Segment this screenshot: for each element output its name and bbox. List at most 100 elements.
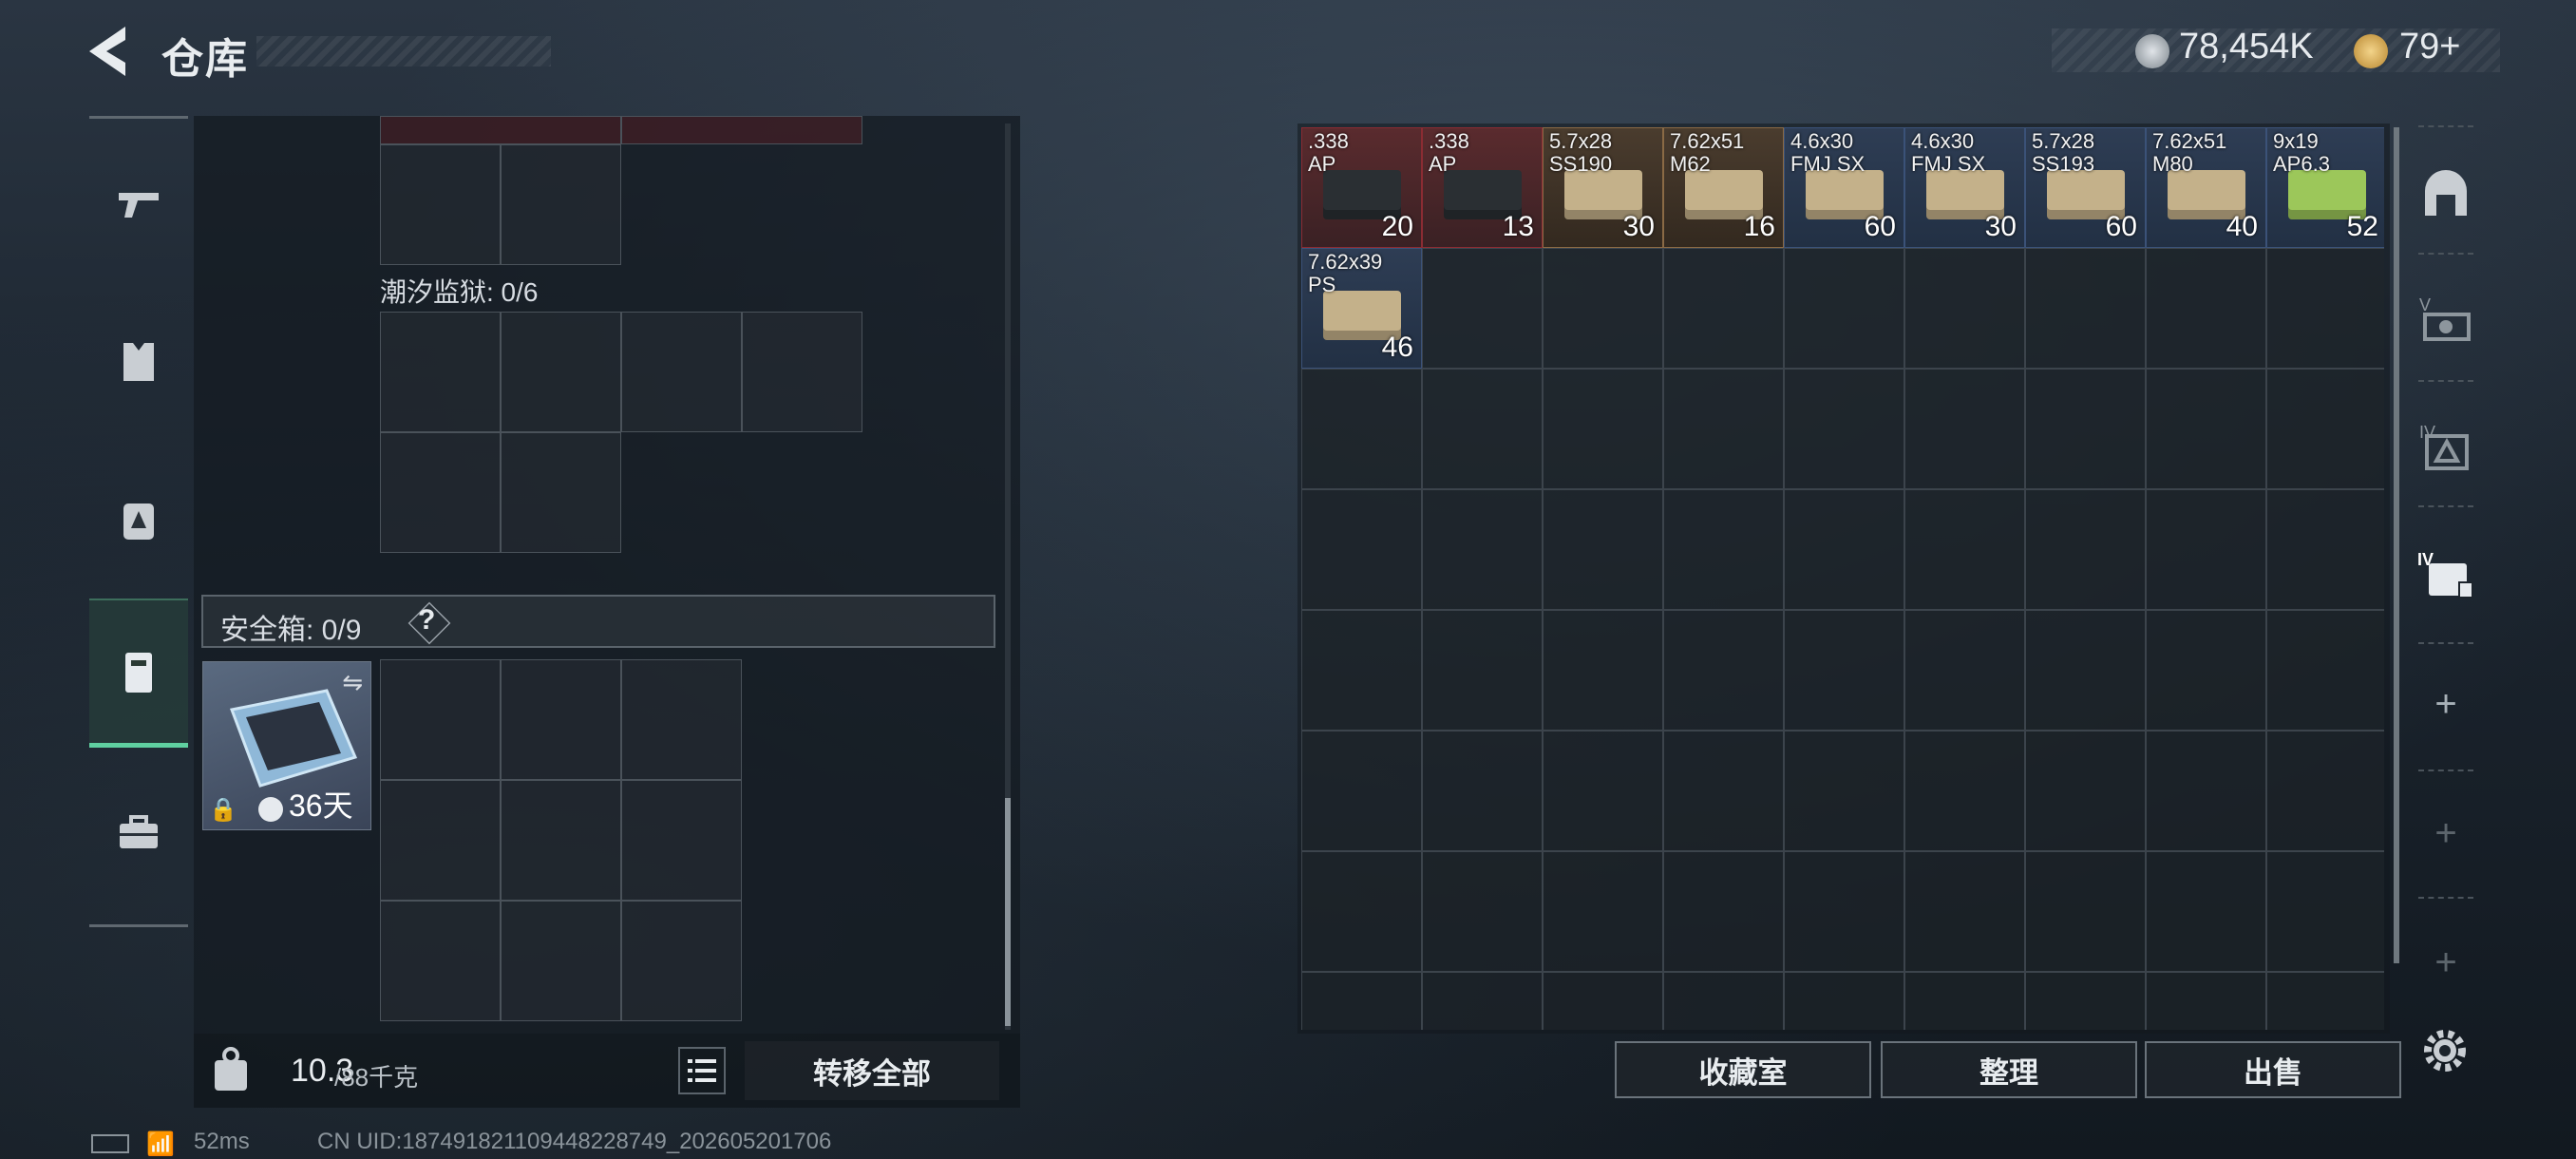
grid-cell[interactable] bbox=[2146, 489, 2266, 610]
grid-cell[interactable] bbox=[501, 901, 621, 1021]
grid-cell[interactable] bbox=[1784, 851, 1904, 972]
grid-cell[interactable] bbox=[1422, 851, 1543, 972]
add-tab-button[interactable]: + bbox=[2405, 642, 2487, 766]
grid-cell[interactable] bbox=[621, 312, 742, 432]
grid-cell[interactable] bbox=[2146, 972, 2266, 1030]
grid-cell[interactable] bbox=[2146, 248, 2266, 369]
grid-cell[interactable] bbox=[501, 432, 621, 553]
grid-cell[interactable] bbox=[2146, 731, 2266, 851]
grid-cell[interactable] bbox=[2146, 369, 2266, 489]
grid-cell[interactable] bbox=[1784, 369, 1904, 489]
grid-cell[interactable] bbox=[1904, 972, 2025, 1030]
grid-cell[interactable] bbox=[2146, 851, 2266, 972]
grid-cell[interactable] bbox=[1663, 972, 1784, 1030]
grid-cell[interactable] bbox=[1904, 731, 2025, 851]
grid-cell[interactable] bbox=[380, 659, 501, 780]
list-view-button[interactable] bbox=[678, 1047, 726, 1094]
grid-cell[interactable] bbox=[2146, 610, 2266, 731]
grid-cell[interactable] bbox=[1663, 851, 1784, 972]
grid-cell[interactable] bbox=[1663, 369, 1784, 489]
grid-cell[interactable] bbox=[2025, 248, 2146, 369]
grid-cell[interactable] bbox=[2266, 489, 2384, 610]
ammo-item[interactable]: 9x19 AP6.3 52 bbox=[2266, 127, 2384, 248]
sell-button[interactable]: 出售 bbox=[2145, 1041, 2401, 1098]
grid-cell[interactable] bbox=[380, 901, 501, 1021]
ammo-item[interactable]: 4.6x30 FMJ SX 60 bbox=[1784, 127, 1904, 248]
ammo-item[interactable]: 7.62x51 M62 16 bbox=[1663, 127, 1784, 248]
ammo-item[interactable]: .338 AP 13 bbox=[1422, 127, 1543, 248]
grid-cell[interactable] bbox=[621, 901, 742, 1021]
grid-cell[interactable] bbox=[1904, 610, 2025, 731]
collection-room-button[interactable]: 收藏室 bbox=[1615, 1041, 1871, 1098]
grid-cell[interactable] bbox=[1422, 248, 1543, 369]
grid-cell[interactable] bbox=[1904, 248, 2025, 369]
grid-cell[interactable] bbox=[1543, 248, 1663, 369]
grid-cell[interactable] bbox=[380, 312, 501, 432]
ammo-item[interactable]: 5.7x28 SS193 60 bbox=[2025, 127, 2146, 248]
grid-cell[interactable] bbox=[1543, 972, 1663, 1030]
grid-cell[interactable] bbox=[1301, 731, 1422, 851]
grid-cell[interactable] bbox=[501, 659, 621, 780]
grid-cell[interactable] bbox=[1301, 489, 1422, 610]
settings-button[interactable] bbox=[2416, 1022, 2473, 1079]
grid-cell[interactable] bbox=[501, 780, 621, 901]
grid-cell[interactable] bbox=[1301, 610, 1422, 731]
ammo-item[interactable]: .338 AP 20 bbox=[1301, 127, 1422, 248]
grid-cell[interactable] bbox=[1422, 731, 1543, 851]
grid-cell[interactable] bbox=[2266, 369, 2384, 489]
grid-cell[interactable] bbox=[2025, 369, 2146, 489]
grid-cell[interactable] bbox=[2025, 972, 2146, 1030]
grid-cell[interactable] bbox=[2025, 610, 2146, 731]
ammo-item[interactable]: 4.6x30 FMJ SX 30 bbox=[1904, 127, 2025, 248]
grid-cell[interactable] bbox=[2266, 972, 2384, 1030]
grid-cell[interactable] bbox=[1543, 369, 1663, 489]
grid-cell[interactable] bbox=[1301, 972, 1422, 1030]
grid-cell[interactable] bbox=[1784, 972, 1904, 1030]
token-balance[interactable]: 79+ bbox=[2399, 27, 2460, 67]
grid-cell[interactable] bbox=[621, 659, 742, 780]
grid-cell[interactable] bbox=[2025, 731, 2146, 851]
grid-cell[interactable] bbox=[1543, 610, 1663, 731]
ammo-item[interactable]: 7.62x51 M80 40 bbox=[2146, 127, 2266, 248]
warehouse-tab-v[interactable]: V bbox=[2405, 258, 2487, 382]
grid-cell[interactable] bbox=[1784, 248, 1904, 369]
sidebar-item-toolbox[interactable] bbox=[89, 762, 188, 904]
sidebar-item-safe-box[interactable] bbox=[89, 598, 188, 748]
grid-cell[interactable] bbox=[1422, 972, 1543, 1030]
grid-cell[interactable] bbox=[1663, 731, 1784, 851]
back-button[interactable] bbox=[84, 23, 141, 80]
grid-cell[interactable] bbox=[1301, 369, 1422, 489]
grid-cell[interactable] bbox=[2266, 731, 2384, 851]
grid-cell[interactable] bbox=[1663, 610, 1784, 731]
grid-cell[interactable] bbox=[1301, 851, 1422, 972]
swap-icon[interactable]: ⇋ bbox=[342, 668, 363, 697]
grid-cell[interactable] bbox=[1543, 489, 1663, 610]
grid-cell[interactable] bbox=[1422, 610, 1543, 731]
grid-cell[interactable] bbox=[1784, 731, 1904, 851]
grid-cell[interactable] bbox=[380, 780, 501, 901]
right-scrollbar-thumb[interactable] bbox=[2394, 127, 2399, 963]
transfer-all-button[interactable]: 转移全部 bbox=[745, 1041, 999, 1100]
grid-cell[interactable] bbox=[2266, 851, 2384, 972]
grid-cell[interactable] bbox=[1904, 851, 2025, 972]
safe-box-item[interactable]: ⇋ 🔒 36天 bbox=[202, 661, 371, 830]
sidebar-item-backpack[interactable] bbox=[89, 448, 188, 591]
grid-cell[interactable] bbox=[2266, 610, 2384, 731]
grid-cell[interactable] bbox=[1422, 369, 1543, 489]
grid-cell[interactable] bbox=[1904, 369, 2025, 489]
grid-cell[interactable] bbox=[501, 144, 621, 265]
grid-cell[interactable] bbox=[380, 432, 501, 553]
ammo-item[interactable]: 5.7x28 SS190 30 bbox=[1543, 127, 1663, 248]
grid-cell[interactable] bbox=[2025, 851, 2146, 972]
grid-cell[interactable] bbox=[501, 312, 621, 432]
grid-cell[interactable] bbox=[1784, 489, 1904, 610]
left-scrollbar-thumb[interactable] bbox=[1005, 798, 1011, 1026]
grid-cell[interactable] bbox=[742, 312, 862, 432]
grid-cell[interactable] bbox=[2266, 248, 2384, 369]
grid-cell[interactable] bbox=[1543, 731, 1663, 851]
grid-cell[interactable] bbox=[1784, 610, 1904, 731]
grid-cell[interactable] bbox=[621, 116, 862, 144]
ammo-item[interactable]: 7.62x39 PS 46 bbox=[1301, 248, 1422, 369]
grid-cell[interactable] bbox=[1663, 248, 1784, 369]
warehouse-tab-main[interactable] bbox=[2405, 133, 2487, 256]
